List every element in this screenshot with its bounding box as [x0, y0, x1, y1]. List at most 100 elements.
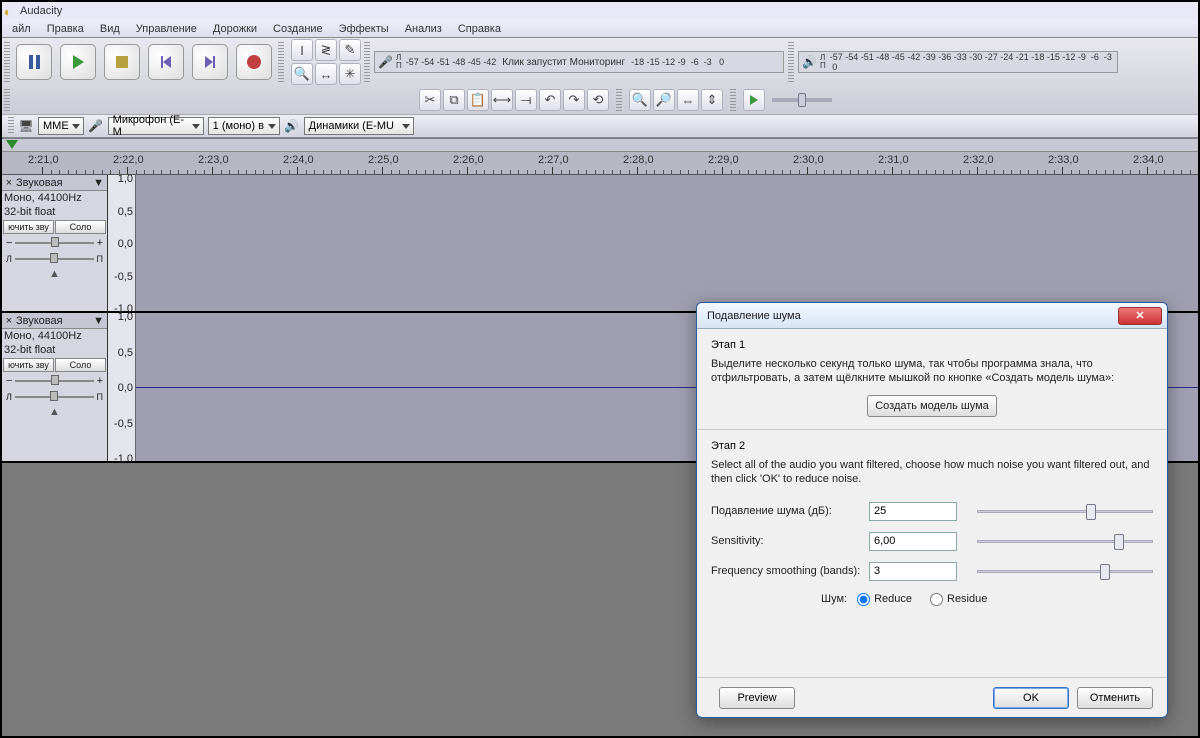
noise-reduction-input[interactable] — [869, 502, 957, 521]
audio-host-combo[interactable]: MME — [38, 117, 84, 135]
menu-edit[interactable]: Правка — [39, 21, 92, 37]
play-icon — [73, 55, 84, 69]
speaker-icon: 🔊 — [284, 119, 300, 133]
input-device-combo[interactable]: Микрофон (E-M — [108, 117, 204, 135]
meter-ticks-left: -57 -54 -51 -48 -45 -42 — [406, 57, 497, 67]
track-name[interactable]: Звуковая — [16, 315, 63, 327]
noise-reduction-slider[interactable] — [977, 503, 1153, 519]
playhead-icon[interactable] — [6, 140, 18, 149]
zoom-out-button[interactable]: 🔎 — [653, 89, 675, 111]
toolbar-grip[interactable] — [4, 42, 10, 82]
trim-button[interactable]: ⟷ — [491, 89, 513, 111]
get-noise-profile-button[interactable]: Создать модель шума — [867, 395, 997, 417]
skip-end-button[interactable] — [192, 44, 228, 80]
freq-smoothing-label: Frequency smoothing (bands): — [711, 565, 869, 577]
track-bitdepth-label: 32-bit float — [2, 205, 107, 219]
input-channels-combo[interactable]: 1 (моно) в — [208, 117, 280, 135]
gain-slider[interactable]: −+ — [6, 236, 103, 250]
dialog-title-bar[interactable]: Подавление шума ✕ — [697, 303, 1167, 329]
freq-smoothing-input[interactable] — [869, 562, 957, 581]
audio-track: × Звуковая ▼ Моно, 44100Hz 32-bit float … — [2, 175, 1198, 313]
track-collapse-button[interactable]: ▲ — [2, 406, 107, 418]
timeshift-tool[interactable]: ↔ — [315, 63, 337, 85]
residue-radio[interactable]: Residue — [930, 593, 987, 606]
noise-reduction-label: Подавление шума (дБ): — [711, 505, 869, 517]
menu-tracks[interactable]: Дорожки — [205, 21, 265, 37]
recording-meter[interactable]: 🎤 ЛП -57 -54 -51 -48 -45 -42 Клик запуст… — [374, 51, 784, 73]
toolbar-grip[interactable] — [616, 89, 622, 111]
menu-help[interactable]: Справка — [450, 21, 509, 37]
host-icon: 🖥 — [18, 119, 34, 133]
toolbar-grip[interactable] — [788, 42, 794, 82]
track-name[interactable]: Звуковая — [16, 177, 63, 189]
menu-view[interactable]: Вид — [92, 21, 128, 37]
toolbar-grip[interactable] — [8, 117, 14, 135]
sync-lock-button[interactable]: ⟲ — [587, 89, 609, 111]
waveform-display[interactable] — [136, 175, 1198, 311]
vertical-scale[interactable]: 1,00,50,0-0,5-1,0 — [108, 313, 136, 461]
reduce-radio[interactable]: Reduce — [857, 593, 912, 606]
undo-button[interactable]: ↶ — [539, 89, 561, 111]
track-collapse-button[interactable]: ▲ — [2, 268, 107, 280]
solo-button[interactable]: Соло — [55, 220, 106, 234]
menu-file[interactable]: айл — [4, 21, 39, 37]
playback-meter[interactable]: 🔊 ЛП -57 -54 -51 -48 -45 -42 -39 -36 -33… — [798, 51, 1118, 73]
stop-button[interactable] — [104, 44, 140, 80]
record-button[interactable] — [236, 44, 272, 80]
ok-button[interactable]: OK — [993, 687, 1069, 709]
time-ruler[interactable]: 2:21,02:22,02:23,02:24,02:25,02:26,02:27… — [2, 151, 1198, 175]
toolbar-grip[interactable] — [730, 89, 736, 111]
track-menu-arrow-icon[interactable]: ▼ — [93, 315, 104, 327]
sensitivity-slider[interactable] — [977, 533, 1153, 549]
copy-button[interactable]: ⧉ — [443, 89, 465, 111]
pan-slider[interactable]: ЛП — [6, 252, 103, 266]
gain-slider[interactable]: −+ — [6, 374, 103, 388]
sensitivity-input[interactable] — [869, 532, 957, 551]
menu-transport[interactable]: Управление — [128, 21, 205, 37]
menu-generate[interactable]: Создание — [265, 21, 331, 37]
fit-selection-button[interactable]: ⇔ — [677, 89, 699, 111]
menu-analyze[interactable]: Анализ — [397, 21, 450, 37]
timeline-area: 2:21,02:22,02:23,02:24,02:25,02:26,02:27… — [2, 139, 1198, 175]
silence-button[interactable]: ⟞ — [515, 89, 537, 111]
solo-button[interactable]: Соло — [55, 358, 106, 372]
app-title: Audacity — [20, 5, 62, 17]
mute-button[interactable]: ючить зву — [3, 220, 54, 234]
mute-button[interactable]: ючить зву — [3, 358, 54, 372]
draw-tool[interactable]: ✎ — [339, 39, 361, 61]
cancel-button[interactable]: Отменить — [1077, 687, 1153, 709]
dialog-close-button[interactable]: ✕ — [1118, 307, 1162, 325]
toolbar-grip[interactable] — [4, 89, 10, 111]
zoom-tool[interactable]: 🔍 — [291, 63, 313, 85]
cut-button[interactable]: ✂ — [419, 89, 441, 111]
envelope-tool[interactable]: ≷ — [315, 39, 337, 61]
freq-smoothing-slider[interactable] — [977, 563, 1153, 579]
output-device-combo[interactable]: Динамики (E-MU — [304, 117, 414, 135]
pause-button[interactable] — [16, 44, 52, 80]
track-menu-arrow-icon[interactable]: ▼ — [93, 177, 104, 189]
timeline-quickplay[interactable] — [2, 139, 1198, 151]
paste-button[interactable]: 📋 — [467, 89, 489, 111]
redo-button[interactable]: ↷ — [563, 89, 585, 111]
track-close-button[interactable]: × — [2, 315, 16, 327]
multi-tool[interactable]: ✳ — [339, 63, 361, 85]
preview-button[interactable]: Preview — [719, 687, 795, 709]
menu-effect[interactable]: Эффекты — [331, 21, 397, 37]
stop-icon — [116, 56, 128, 68]
menu-bar: айл Правка Вид Управление Дорожки Создан… — [2, 20, 1198, 38]
fit-project-button[interactable]: ⇕ — [701, 89, 723, 111]
pan-slider[interactable]: ЛП — [6, 390, 103, 404]
sensitivity-label: Sensitivity: — [711, 535, 869, 547]
play-speed-slider[interactable] — [772, 98, 832, 102]
play-speed-button[interactable] — [743, 89, 765, 111]
transcription-toolbar — [742, 88, 838, 112]
vertical-scale[interactable]: 1,00,50,0-0,5-1,0 — [108, 175, 136, 311]
zoom-in-button[interactable]: 🔍 — [629, 89, 651, 111]
skip-start-button[interactable] — [148, 44, 184, 80]
track-close-button[interactable]: × — [2, 177, 16, 189]
play-button[interactable] — [60, 44, 96, 80]
step1-text: Выделите несколько секунд только шума, т… — [711, 357, 1153, 385]
selection-tool[interactable]: I — [291, 39, 313, 61]
toolbar-grip[interactable] — [278, 42, 284, 82]
toolbar-grip[interactable] — [364, 42, 370, 82]
